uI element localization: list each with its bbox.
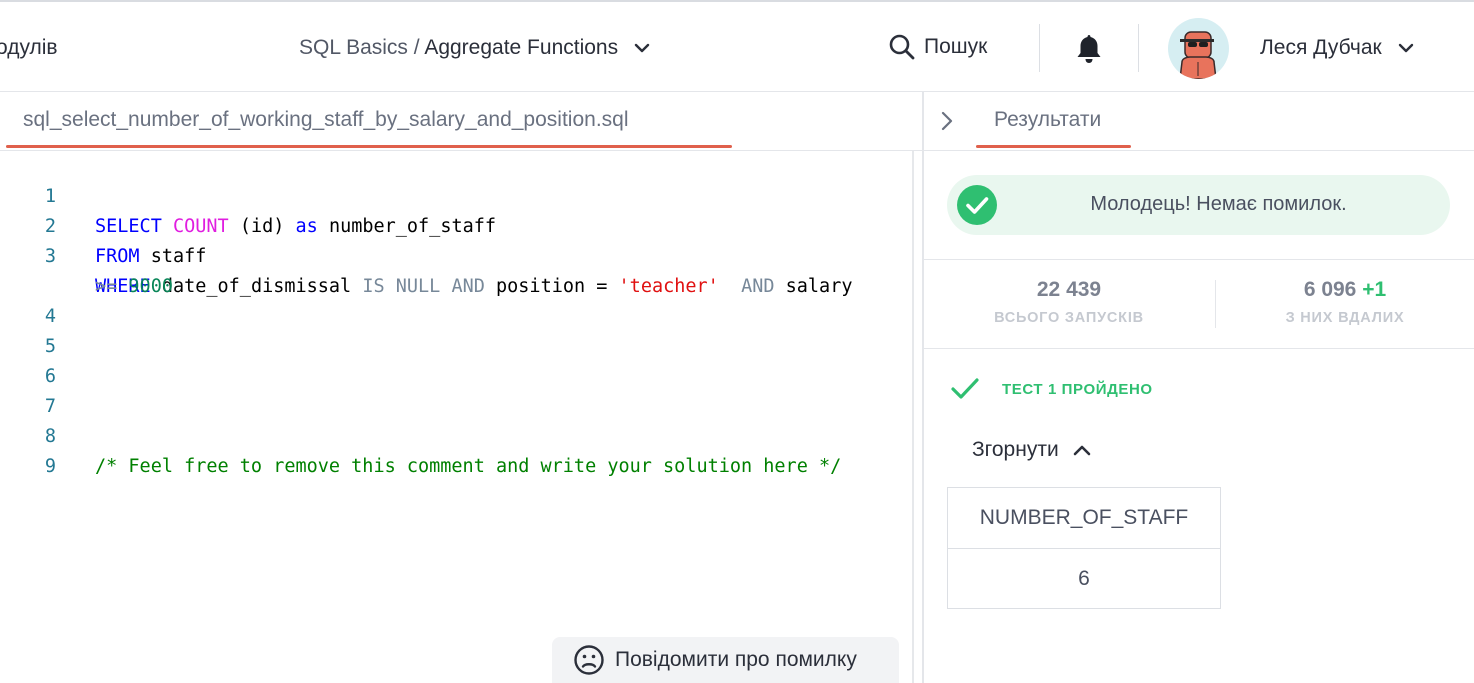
user-menu[interactable]: Леся Дубчак [1260, 36, 1416, 60]
test-result: ТЕСТ 1 ПРОЙДЕНО [950, 376, 1153, 402]
active-tab-indicator [6, 145, 732, 148]
code-line-wrapped: >= 9000 [95, 276, 173, 297]
line-number: 9 [44, 456, 56, 477]
successful-runs-label: З НИХ ВДАЛИХ [1285, 310, 1405, 326]
bell-icon[interactable] [1074, 33, 1104, 65]
collapse-toggle[interactable]: Згорнути [972, 438, 1093, 462]
report-error-button[interactable]: Повідомити про помилку [552, 637, 899, 683]
table-row: 6 [947, 548, 1221, 609]
code-line: 4 [0, 272, 56, 327]
column-header: NUMBER_OF_STAFF [947, 487, 1221, 549]
course-selector[interactable]: SQL Basics / Aggregate Functions [299, 36, 652, 60]
editor-scrollbar[interactable] [912, 151, 914, 683]
search-label: Пошук [924, 35, 988, 58]
editor-file-tab[interactable]: sql_select_number_of_working_staff_by_sa… [0, 92, 922, 151]
code-line: 1 SELECT COUNT (id) as number_of_staff [0, 152, 496, 237]
code-editor[interactable]: 1 SELECT COUNT (id) as number_of_staff 2… [0, 151, 912, 683]
section-divider [924, 348, 1474, 349]
total-runs-label: ВСЬОГО ЗАПУСКІВ [994, 310, 1144, 326]
successful-runs-stat: 6 096 +1 З НИХ ВДАЛИХ [1245, 278, 1445, 326]
test-status: ТЕСТ 1 ПРОЙДЕНО [1002, 380, 1153, 398]
code-line: 8 /* Feel free to remove this comment an… [0, 392, 841, 477]
robot-avatar-icon [1179, 31, 1217, 79]
collapse-label: Згорнути [972, 438, 1059, 461]
course-name: SQL Basics [299, 36, 408, 59]
chevron-down-icon [1398, 43, 1413, 53]
result-table: NUMBER_OF_STAFF 6 [947, 487, 1221, 609]
header-divider [1138, 24, 1139, 72]
stats-divider [1215, 280, 1216, 328]
user-name: Леся Дубчак [1260, 36, 1382, 59]
lesson-name: Aggregate Functions [424, 36, 619, 59]
active-tab-indicator [976, 145, 1131, 148]
panel-divider[interactable] [922, 92, 924, 683]
code-line: 5 [0, 302, 56, 357]
chevron-up-icon [1073, 445, 1090, 456]
success-banner: Молодець! Немає помилок. [947, 175, 1450, 235]
avatar[interactable] [1168, 18, 1229, 79]
search-button[interactable]: Пошук [888, 33, 987, 61]
table-header-row: NUMBER_OF_STAFF [947, 487, 1221, 549]
success-message: Молодець! Немає помилок. [1090, 193, 1347, 215]
table-cell: 6 [947, 548, 1221, 609]
code-line: 3 WHERE date_of_dismissal IS NULL AND po… [0, 212, 853, 297]
total-runs-value: 22 439 [1036, 278, 1102, 301]
header-divider [1039, 24, 1040, 72]
code-line: 9 [0, 422, 56, 477]
successful-runs-delta: +1 [1362, 278, 1387, 301]
file-name: sql_select_number_of_working_staff_by_sa… [23, 108, 629, 131]
top-header: одулів SQL Basics / Aggregate Functions … [0, 0, 1474, 92]
chevron-down-icon [634, 43, 650, 53]
report-error-label: Повідомити про помилку [615, 648, 857, 671]
sad-face-icon [574, 645, 604, 675]
tab-results[interactable]: Результати [994, 108, 1101, 132]
total-runs-stat: 22 439 ВСЬОГО ЗАПУСКІВ [969, 278, 1169, 326]
search-icon [889, 34, 915, 60]
code-line: 7 [0, 362, 56, 417]
code-line: 6 [0, 332, 56, 387]
code-comment: /* Feel free to remove this comment and … [95, 456, 842, 477]
successful-runs-value: 6 096 [1303, 278, 1357, 301]
chevron-right-icon[interactable] [939, 110, 955, 132]
section-divider [924, 259, 1474, 260]
modules-link[interactable]: одулів [0, 36, 58, 60]
results-tab-bar: Результати [924, 92, 1474, 151]
checkmark-icon [951, 378, 979, 399]
breadcrumb-separator: / [413, 36, 420, 59]
code-line: 2 FROM staff [0, 182, 207, 267]
